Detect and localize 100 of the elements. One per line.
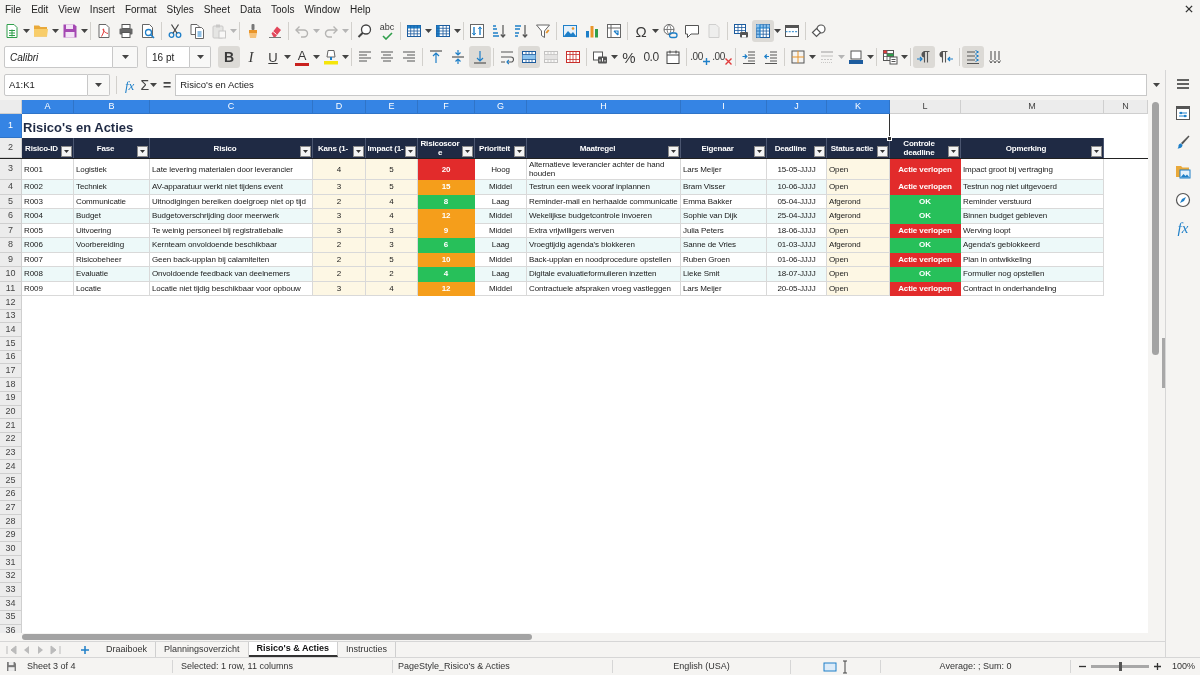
column-header[interactable]: G (475, 100, 527, 114)
menu-item[interactable]: Edit (31, 1, 49, 17)
menu-item[interactable]: Sheet (203, 1, 230, 17)
row-header[interactable]: 10 (0, 267, 22, 282)
menu-item[interactable]: Insert (89, 1, 115, 17)
add-decimal-button[interactable]: .00 (689, 46, 711, 68)
sidebar-splitter-handle[interactable] (1162, 338, 1165, 388)
scrollbar-thumb[interactable] (22, 634, 532, 640)
row-header[interactable]: 4 (0, 180, 22, 195)
row-header[interactable]: 8 (0, 238, 22, 253)
filter-button[interactable] (405, 146, 416, 157)
paintbrush-icon[interactable] (1175, 134, 1191, 150)
row-header[interactable]: 28 (0, 515, 22, 529)
underline-button[interactable]: U (262, 46, 284, 68)
text-cursor-icon[interactable] (840, 659, 849, 674)
freeze-button[interactable] (752, 20, 774, 42)
scrollbar-thumb[interactable] (1152, 102, 1159, 355)
row-header[interactable]: 15 (0, 337, 22, 351)
caret-down-icon[interactable] (150, 83, 158, 87)
sheet-tab[interactable]: Instructies (337, 642, 396, 657)
sliders-panel-icon[interactable] (1175, 105, 1191, 121)
filter-button[interactable] (514, 146, 525, 157)
caret-down-icon[interactable] (342, 55, 349, 59)
column-header[interactable]: C (150, 100, 313, 114)
row-header[interactable]: 34 (0, 597, 22, 611)
plus-icon[interactable] (1154, 663, 1161, 670)
caret-down-icon[interactable] (652, 29, 659, 33)
sum-button[interactable]: Σ (139, 74, 151, 96)
caret-down-icon[interactable] (121, 55, 129, 59)
menu-item[interactable]: Window (304, 1, 340, 17)
caret-down-icon[interactable] (95, 83, 102, 87)
menu-item[interactable]: Tools (271, 1, 295, 17)
compass-icon[interactable] (1175, 192, 1191, 208)
close-icon[interactable] (1185, 5, 1193, 13)
formula-input[interactable]: Risico's en Acties (175, 74, 1147, 96)
column-header[interactable]: M (961, 100, 1104, 114)
sheet-tab[interactable]: Planningsoverzicht (156, 642, 249, 657)
row-header[interactable]: 3 (0, 159, 22, 180)
delete-decimal-button[interactable]: .00 (711, 46, 733, 68)
name-box[interactable]: A1:K1 (4, 74, 88, 96)
formula-button[interactable]: = (162, 74, 173, 96)
caret-down-icon[interactable] (611, 55, 618, 59)
functions-button[interactable]: fx (1177, 221, 1189, 236)
standard-format-button[interactable]: 0.0 (640, 46, 662, 68)
zoom-level[interactable]: 100% (1172, 659, 1196, 674)
caret-down-icon[interactable] (23, 29, 30, 33)
font-color-button[interactable]: A (291, 46, 313, 68)
menu-item[interactable]: Styles (166, 1, 194, 17)
row-header[interactable]: 12 (0, 296, 22, 310)
text-horizontal-button[interactable] (962, 46, 984, 68)
dropdown-button[interactable] (113, 46, 138, 68)
row-header[interactable]: 17 (0, 364, 22, 379)
column-header[interactable]: K (827, 100, 890, 114)
dropdown-button[interactable] (190, 46, 211, 68)
row-header[interactable]: 24 (0, 460, 22, 474)
filter-button[interactable] (668, 146, 679, 157)
left-to-right-button[interactable] (913, 46, 935, 68)
column-header[interactable]: N (1104, 100, 1148, 114)
row-header[interactable]: 27 (0, 501, 22, 515)
slider-thumb[interactable] (1118, 662, 1122, 671)
special-character-button[interactable]: Ω (630, 20, 652, 42)
column-header[interactable]: E (366, 100, 418, 114)
filter-button[interactable] (948, 146, 959, 157)
percent-format-button[interactable]: % (618, 46, 640, 68)
column-header[interactable]: A (22, 100, 74, 114)
sheet-tab[interactable]: Draaiboek (98, 642, 157, 657)
font-name-field[interactable]: Calibri (4, 46, 113, 68)
row-header[interactable]: 21 (0, 419, 22, 433)
dropdown-button[interactable] (88, 74, 110, 96)
fill-handle[interactable] (887, 136, 892, 141)
caret-down-icon[interactable] (425, 29, 432, 33)
minus-icon[interactable] (1079, 663, 1086, 670)
column-header[interactable]: D (313, 100, 366, 114)
filter-button[interactable] (754, 146, 765, 157)
column-header[interactable]: J (767, 100, 827, 114)
caret-down-icon[interactable] (867, 55, 874, 59)
caret-down-icon[interactable] (901, 55, 908, 59)
menu-item[interactable]: Format (124, 1, 157, 17)
caret-down-icon[interactable] (313, 55, 320, 59)
zoom-slider[interactable] (1091, 665, 1149, 668)
menu-item[interactable]: View (58, 1, 80, 17)
language[interactable]: English (USA) (673, 660, 730, 671)
row-header[interactable]: 1 (0, 114, 22, 138)
row-header[interactable]: 36 (0, 624, 22, 633)
caret-down-icon[interactable] (196, 55, 204, 59)
row-header[interactable]: 31 (0, 556, 22, 570)
menu-icon[interactable] (1175, 76, 1191, 92)
row-header[interactable]: 18 (0, 378, 22, 392)
caret-down-icon[interactable] (809, 55, 816, 59)
caret-down-icon[interactable] (81, 29, 88, 33)
row-header[interactable]: 14 (0, 323, 22, 338)
filter-button[interactable] (814, 146, 825, 157)
filter-button[interactable] (877, 146, 888, 157)
caret-down-icon[interactable] (1152, 83, 1160, 87)
align-bottom-button[interactable] (469, 46, 491, 68)
filter-button[interactable] (300, 146, 311, 157)
row-header[interactable]: 2 (0, 138, 22, 158)
column-header[interactable]: L (890, 100, 961, 114)
column-header[interactable]: B (74, 100, 150, 114)
menu-item[interactable]: Data (239, 1, 262, 17)
